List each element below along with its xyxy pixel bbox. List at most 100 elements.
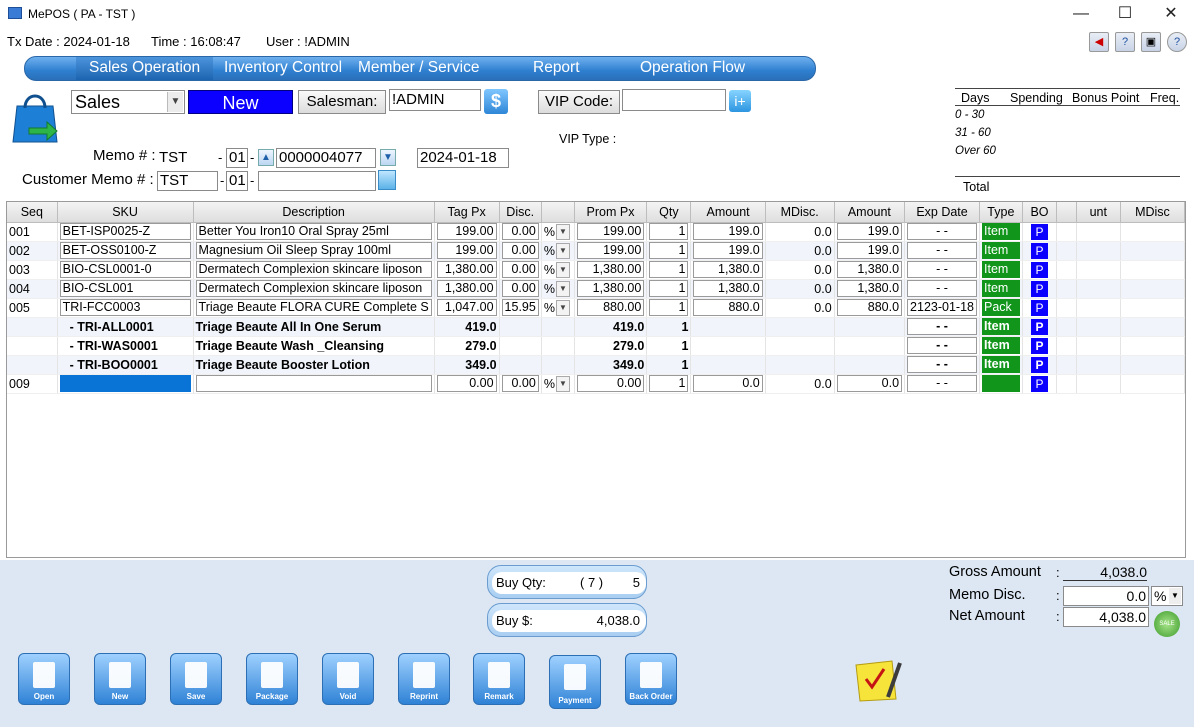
cell-seq[interactable] [7, 317, 58, 337]
cell-input[interactable]: BIO-CSL001 [59, 280, 191, 297]
package-component-row[interactable]: - TRI-BOO0001 Triage Beaute Booster Lotio… [7, 355, 1185, 375]
save-button[interactable]: Save [170, 653, 222, 705]
cell-disc[interactable]: 0.00 [499, 260, 542, 280]
cell-disc[interactable]: 0.00 [499, 374, 542, 394]
cell-pct[interactable] [541, 317, 575, 337]
void-button[interactable]: Void [322, 653, 374, 705]
minimize-button[interactable]: — [1070, 4, 1092, 24]
cell-disc[interactable] [499, 355, 542, 375]
cell-sku[interactable]: - TRI-WAS0001 [57, 336, 194, 356]
cell-desc[interactable]: Triage Beaute Wash _Cleansing [193, 336, 435, 356]
cell-bo[interactable]: P [1022, 317, 1058, 337]
cell-seq[interactable]: 003 [7, 260, 58, 280]
cell-pct[interactable]: % ▼ [541, 298, 575, 318]
cell-qty[interactable]: 1 [646, 260, 692, 280]
cell-input[interactable]: 1,380.0 [693, 261, 763, 278]
cell-input[interactable]: TRI-FCC0003 [59, 299, 191, 316]
cell-input[interactable]: - - [907, 375, 977, 392]
cell-desc[interactable] [193, 374, 435, 394]
exit-icon[interactable]: ◀ [1089, 32, 1109, 52]
cell-amount2[interactable] [834, 336, 906, 356]
cell-input[interactable]: - - [907, 261, 977, 278]
cell-disc[interactable]: 0.00 [499, 222, 542, 242]
cell-pct[interactable]: % ▼ [541, 222, 575, 242]
bo-flag[interactable]: P [1031, 223, 1048, 240]
clapper-icon[interactable]: ▣ [1141, 32, 1161, 52]
cell-amount2[interactable]: 199.0 [834, 222, 906, 242]
cell-qty[interactable]: 1 [646, 374, 692, 394]
mode-select[interactable]: Sales ▼ [71, 90, 185, 114]
table-row[interactable]: 001 BET-ISP0025-Z Better You Iron10 Oral S… [7, 222, 1185, 242]
cell-amount2[interactable]: 1,380.0 [834, 260, 906, 280]
cell-prom[interactable]: 199.00 [574, 241, 648, 261]
cell-exp[interactable]: - - [904, 260, 980, 280]
cell-seq[interactable]: 005 [7, 298, 58, 318]
cell-exp[interactable]: - - [904, 241, 980, 261]
memo-number-field[interactable]: 0000004077 [276, 148, 376, 168]
cell-prom[interactable]: 1,380.00 [574, 260, 648, 280]
col-header[interactable]: Disc. [499, 202, 542, 223]
chevron-down-icon[interactable]: ▼ [555, 242, 570, 259]
cell-qty[interactable]: 1 [646, 336, 692, 356]
cell-input[interactable]: 2123-01-18 [907, 299, 977, 316]
cell-mdisc[interactable] [765, 336, 835, 356]
reprint-button[interactable]: Reprint [398, 653, 450, 705]
vip-code-button[interactable]: VIP Code: [538, 90, 620, 114]
cell-input[interactable]: - - [907, 318, 977, 335]
close-button[interactable]: ✕ [1160, 4, 1182, 24]
memo-date-field[interactable]: 2024-01-18 [417, 148, 509, 168]
cell-desc[interactable]: Triage Beaute All In One Serum [193, 317, 435, 337]
cell-seq[interactable] [7, 336, 58, 356]
bo-flag[interactable]: P [1031, 318, 1048, 335]
cell-prom[interactable]: 419.0 [574, 317, 648, 337]
cell-tag[interactable]: 199.00 [434, 222, 500, 242]
cell-input[interactable]: 0.00 [436, 375, 497, 392]
cell-tag[interactable]: 279.0 [434, 336, 500, 356]
cell-tag[interactable]: 349.0 [434, 355, 500, 375]
chevron-down-icon[interactable]: ▼ [1169, 588, 1181, 604]
remark-button[interactable]: Remark [473, 653, 525, 705]
cell-amount[interactable]: 0.0 [690, 374, 766, 394]
nav-operation-flow[interactable]: Operation Flow [640, 59, 745, 77]
cell-mdisc[interactable]: 0.0 [765, 374, 835, 394]
cell-exp[interactable]: - - [904, 222, 980, 242]
cell-amount[interactable]: 1,380.0 [690, 279, 766, 299]
cell-bo[interactable]: P [1022, 222, 1058, 242]
cell-bo[interactable]: P [1022, 374, 1058, 394]
cell-input[interactable]: 1 [649, 299, 689, 316]
cell-input[interactable]: 1,047.00 [436, 299, 497, 316]
col-header[interactable]: BO [1022, 202, 1058, 223]
help-book-icon[interactable]: ? [1115, 32, 1135, 52]
cell-tag[interactable]: 1,047.00 [434, 298, 500, 318]
cell-prom[interactable]: 199.00 [574, 222, 648, 242]
customer-memo-prefix-field[interactable]: TST [157, 171, 218, 191]
col-header[interactable]: Prom Px [574, 202, 648, 223]
col-header[interactable] [541, 202, 575, 223]
cell-mdisc[interactable]: 0.0 [765, 279, 835, 299]
cell-prom[interactable]: 279.0 [574, 336, 648, 356]
cell-mdisc[interactable] [765, 317, 835, 337]
cell-type[interactable] [979, 374, 1023, 394]
memo-part2-field[interactable]: 01 [226, 148, 248, 168]
table-row[interactable]: 009 0.00 0.00% ▼ 0.00 1 0.0 0.0 0.0- -P [7, 374, 1185, 394]
cell-seq[interactable]: 004 [7, 279, 58, 299]
cell-amount[interactable] [690, 317, 766, 337]
cell-input[interactable]: - - [907, 242, 977, 259]
cell-sku[interactable] [57, 374, 194, 394]
cell-input[interactable]: 0.0 [836, 375, 903, 392]
cell-input[interactable]: 880.0 [836, 299, 903, 316]
col-header[interactable]: Description [193, 202, 435, 223]
cell-type[interactable]: Item [979, 336, 1023, 356]
cell-tag[interactable]: 0.00 [434, 374, 500, 394]
cell-bo[interactable]: P [1022, 241, 1058, 261]
cell-input[interactable]: 1 [649, 280, 689, 297]
nav-member-service[interactable]: Member / Service [358, 59, 479, 77]
sale-seal-icon[interactable]: SALE [1154, 611, 1180, 637]
help-icon[interactable]: ? [1167, 32, 1187, 52]
cell-qty[interactable]: 1 [646, 317, 692, 337]
cell-disc[interactable] [499, 317, 542, 337]
cell-tag[interactable]: 199.00 [434, 241, 500, 261]
cell-qty[interactable]: 1 [646, 241, 692, 261]
maximize-button[interactable]: ☐ [1114, 4, 1136, 24]
cell-input[interactable]: 199.0 [836, 223, 903, 240]
